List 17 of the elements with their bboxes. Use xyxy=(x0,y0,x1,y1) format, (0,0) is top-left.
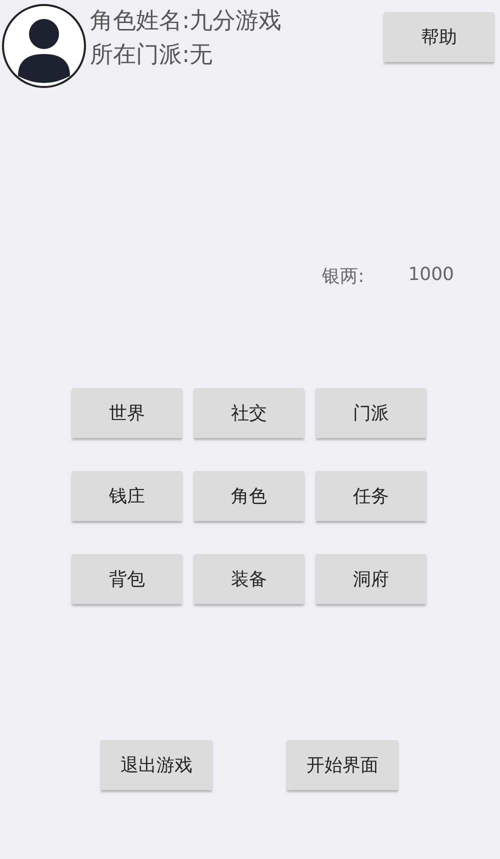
menu-button[interactable]: 开始界面 xyxy=(287,740,398,790)
menu-button[interactable]: 洞府 xyxy=(316,554,426,604)
currency-label: 银两: xyxy=(322,265,364,288)
avatar-icon xyxy=(2,4,86,88)
menu-button[interactable]: 世界 xyxy=(72,388,182,438)
menu-button[interactable]: 背包 xyxy=(72,554,182,604)
menu-button[interactable]: 钱庄 xyxy=(72,471,182,521)
character-name: 角色姓名:九分游戏 xyxy=(90,7,283,36)
menu-button[interactable]: 门派 xyxy=(316,388,426,438)
menu-button[interactable]: 退出游戏 xyxy=(101,740,212,790)
currency-amount: 1000 xyxy=(408,264,454,287)
menu-button[interactable]: 任务 xyxy=(316,471,426,521)
help-button[interactable]: 帮助 xyxy=(384,12,494,62)
menu-button[interactable]: 社交 xyxy=(194,388,304,438)
character-sect: 所在门派:无 xyxy=(90,41,214,70)
menu-button[interactable]: 装备 xyxy=(194,554,304,604)
menu-button[interactable]: 角色 xyxy=(194,471,304,521)
